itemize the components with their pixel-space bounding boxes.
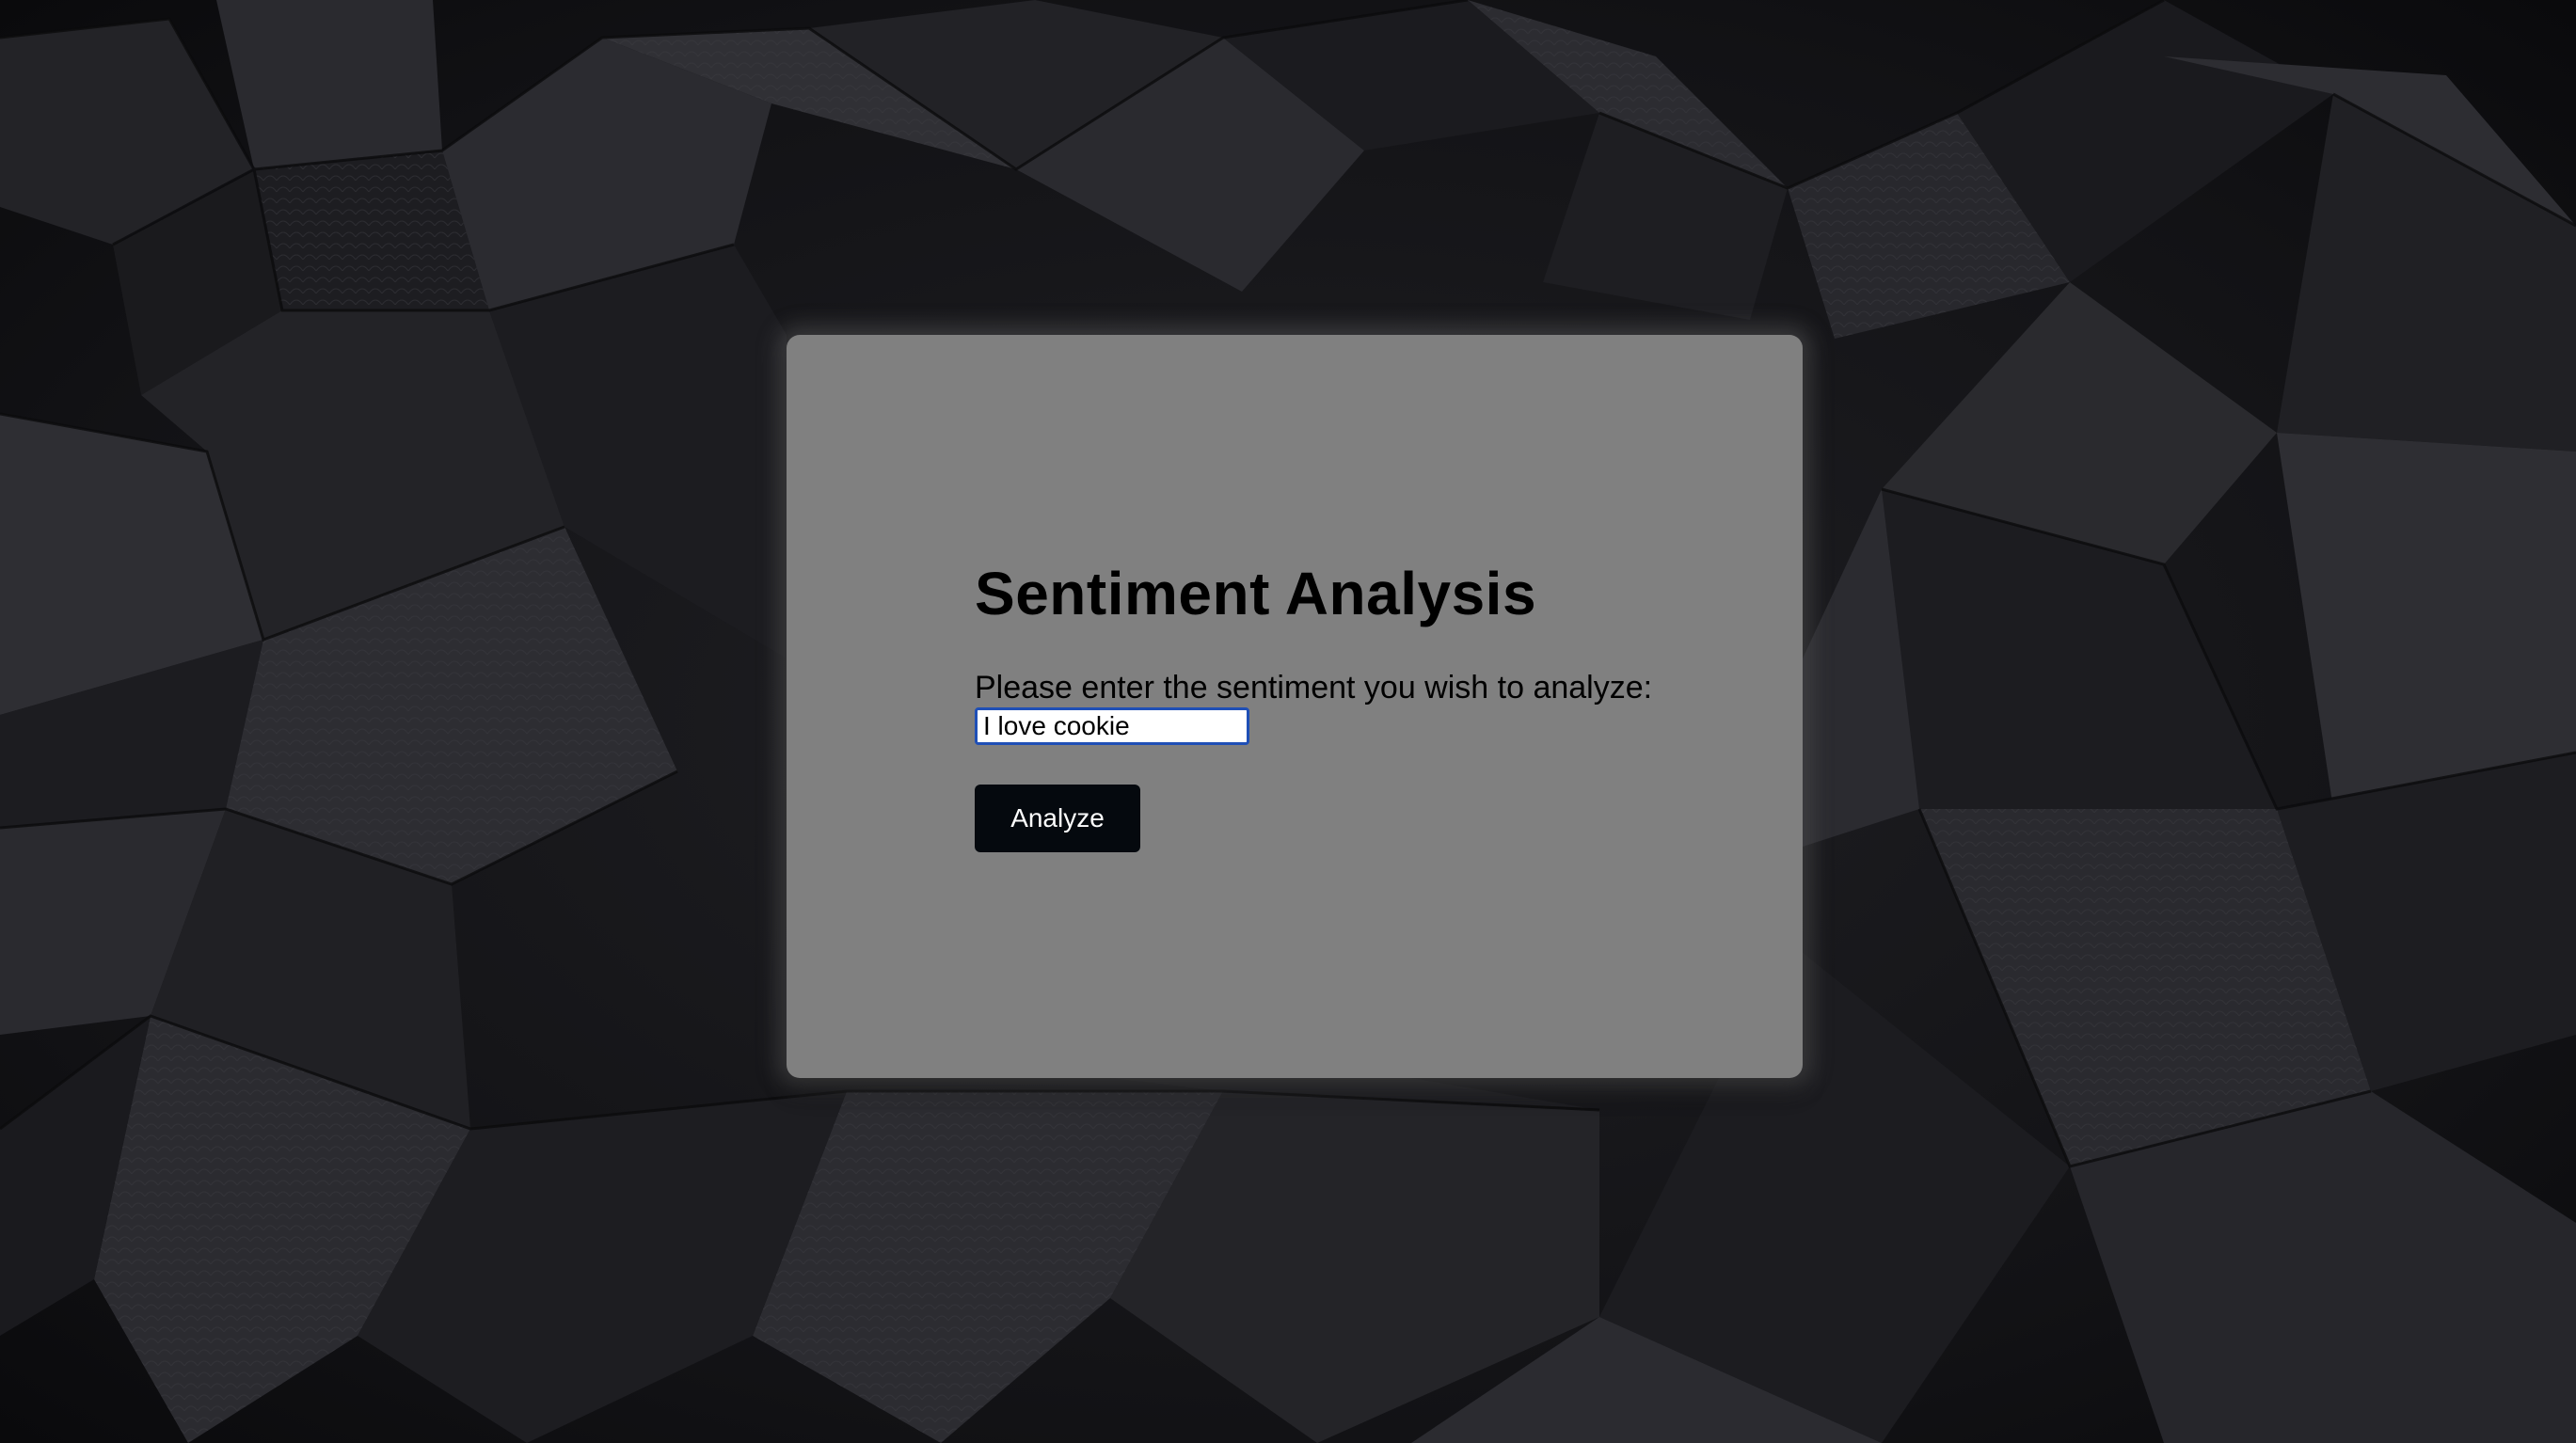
page-title: Sentiment Analysis [975, 560, 1537, 627]
sentiment-card: Sentiment Analysis Please enter the sent… [787, 335, 1803, 1078]
analyze-button[interactable]: Analyze [975, 785, 1140, 852]
sentiment-input[interactable] [975, 707, 1249, 745]
input-prompt-label: Please enter the sentiment you wish to a… [975, 670, 1653, 706]
